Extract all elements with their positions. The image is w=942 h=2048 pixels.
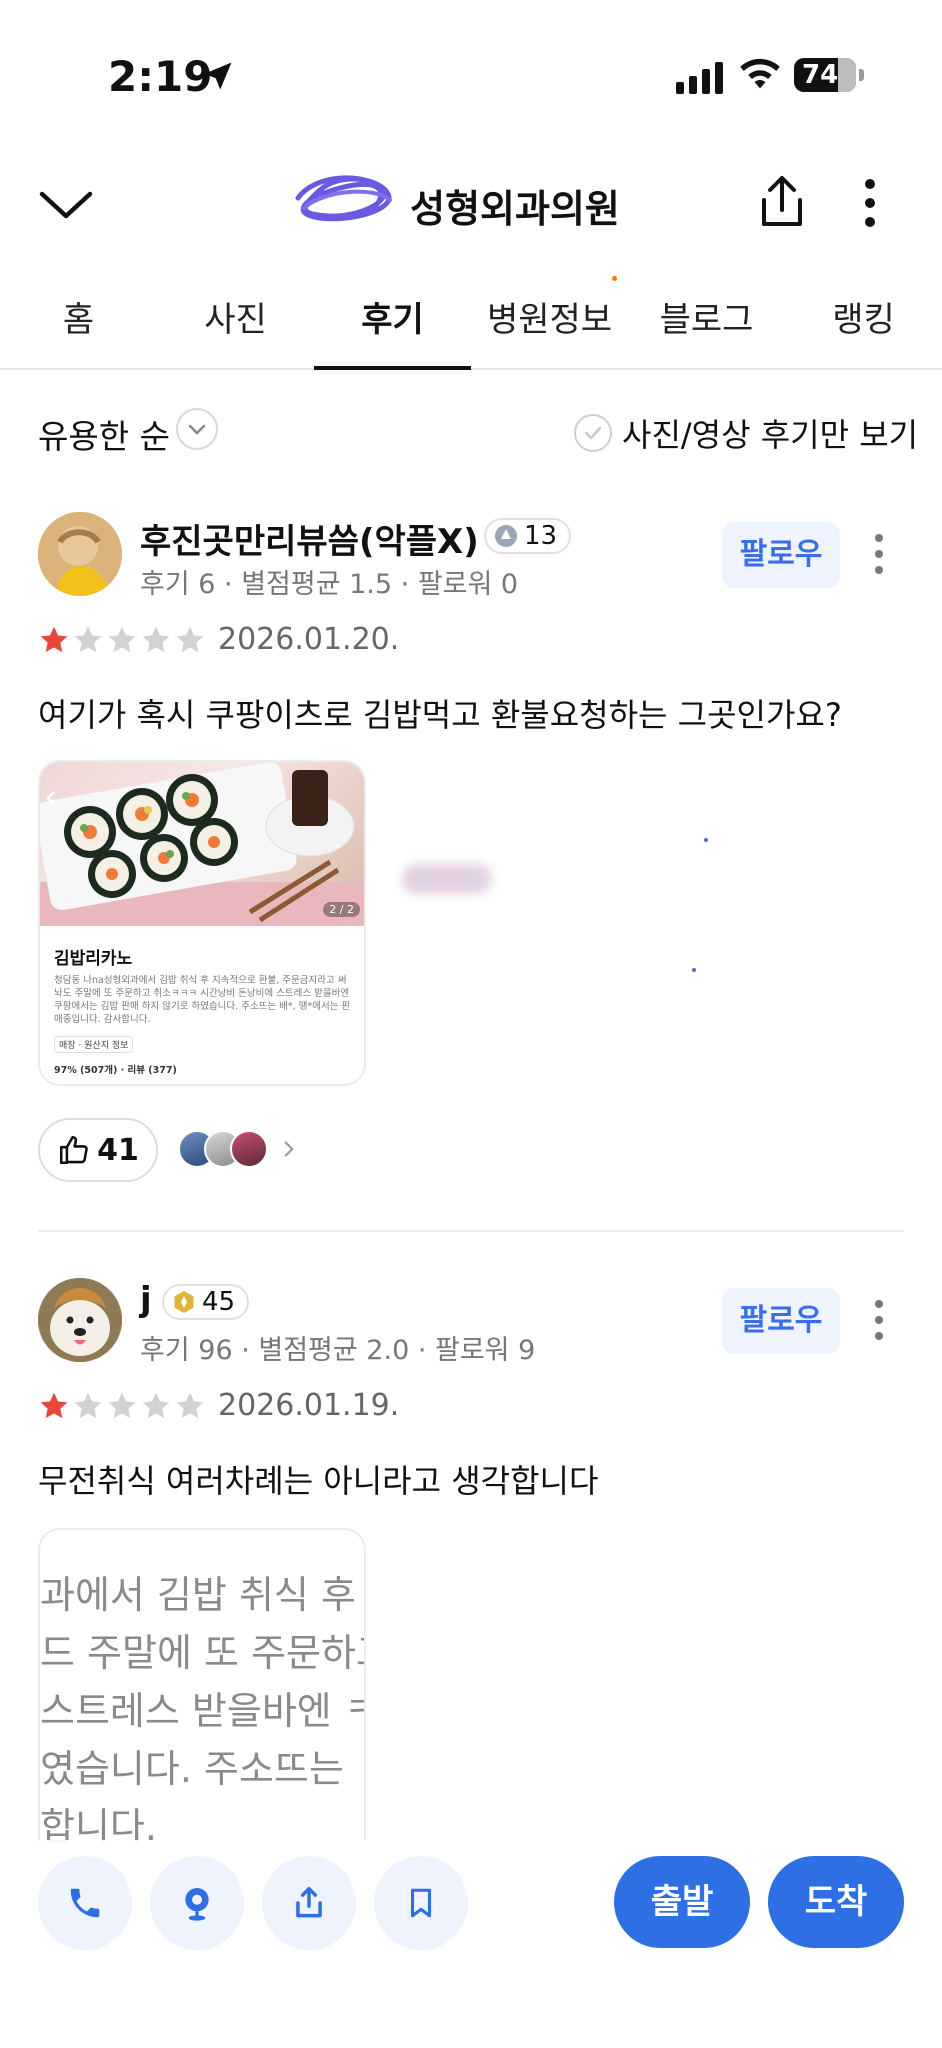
top-header: 성형외과의원 bbox=[0, 150, 942, 260]
battery-level: 74 bbox=[802, 60, 839, 90]
avatar[interactable] bbox=[38, 512, 122, 596]
star-empty-icon bbox=[108, 626, 136, 652]
photo-page-indicator: 2 / 2 bbox=[323, 902, 360, 917]
tab-blog[interactable]: 블로그 bbox=[628, 270, 785, 368]
star-filled-icon bbox=[40, 1392, 68, 1418]
liker-avatars[interactable] bbox=[178, 1130, 302, 1168]
status-time: 2:19 bbox=[108, 52, 213, 101]
photo-review-filter[interactable]: 사진/영상 후기만 보기 bbox=[574, 410, 918, 456]
location-pin-icon bbox=[185, 1888, 209, 1921]
thumbs-up-icon bbox=[60, 1135, 88, 1165]
avatar bbox=[230, 1130, 268, 1168]
star-rating: 2026.01.20. bbox=[38, 622, 399, 657]
tab-hospital-info[interactable]: 병원정보 bbox=[471, 270, 628, 368]
check-circle-icon[interactable] bbox=[574, 414, 612, 452]
card-chip: 매장 · 원산지 정보 bbox=[54, 1036, 134, 1053]
chevron-down-icon bbox=[188, 424, 206, 435]
call-button[interactable] bbox=[38, 1856, 132, 1950]
wifi-icon bbox=[740, 58, 780, 89]
like-count: 41 bbox=[97, 1132, 139, 1168]
reviewer-stats: 후기 96 · 별점평균 2.0 · 팔로워 9 bbox=[140, 1335, 536, 1366]
like-button[interactable]: 41 bbox=[38, 1118, 158, 1182]
bookmark-icon bbox=[410, 1888, 432, 1918]
location-arrow-icon bbox=[204, 62, 232, 90]
review-username[interactable]: 후진곳만리뷰씀(악플X) bbox=[140, 514, 479, 563]
more-vertical-icon[interactable] bbox=[860, 178, 880, 228]
reviewer-stats: 후기 6 · 별점평균 1.5 · 팔로워 0 bbox=[140, 569, 519, 600]
depart-button[interactable]: 출발 bbox=[614, 1856, 750, 1948]
blurred-smudge bbox=[402, 864, 492, 894]
map-location-button[interactable] bbox=[150, 1856, 244, 1950]
sort-bar: 유용한 순 사진/영상 후기만 보기 bbox=[0, 398, 942, 462]
review-date: 2026.01.20. bbox=[218, 622, 400, 657]
follow-button[interactable]: 팔로우 bbox=[722, 522, 840, 588]
level-icon bbox=[495, 525, 517, 547]
sort-dropdown-label[interactable]: 유용한 순 bbox=[38, 410, 170, 458]
card-stats: 97% (507개) · 리뷰 (377) bbox=[54, 1065, 177, 1076]
review-photo[interactable]: 과에서 김밥 취식 후 드 주말에 또 주문하고 스트레스 받을바엔 ㅋ 였습니… bbox=[38, 1528, 366, 1848]
review-photo[interactable]: 2 / 2 김밥리카노 청담동 나na성형외과에서 김밥 취식 후 지속적으로 … bbox=[38, 760, 366, 1086]
avatar[interactable] bbox=[38, 1278, 122, 1362]
review-item: j 45 후기 96 · 별점평균 2.0 · 팔로워 9 팔로우 2026.0… bbox=[0, 1276, 942, 1848]
share-icon[interactable] bbox=[754, 172, 810, 232]
level-badge: 13 bbox=[484, 518, 572, 554]
battery-icon: 74 bbox=[794, 58, 864, 92]
tab-home[interactable]: 홈 bbox=[0, 270, 157, 368]
sort-dropdown-button[interactable] bbox=[176, 408, 218, 450]
card-body: 청담동 나na성형외과에서 김밥 취식 후 지속적으로 환불, 주문금지라고 써… bbox=[54, 975, 351, 1025]
tab-reviews[interactable]: 후기 bbox=[314, 270, 471, 370]
new-indicator-dot bbox=[612, 276, 617, 281]
star-empty-icon bbox=[74, 1392, 102, 1418]
star-empty-icon bbox=[176, 1392, 204, 1418]
review-divider bbox=[38, 1230, 904, 1232]
more-vertical-icon[interactable] bbox=[872, 532, 886, 576]
level-badge: 45 bbox=[162, 1284, 250, 1320]
share-button[interactable] bbox=[262, 1856, 356, 1950]
speck bbox=[692, 968, 696, 972]
review-text: 여기가 혹시 쿠팡이츠로 김밥먹고 환불요청하는 그곳인가요? bbox=[38, 696, 842, 734]
star-rating: 2026.01.19. bbox=[38, 1388, 399, 1423]
star-filled-icon bbox=[40, 626, 68, 652]
tab-ranking[interactable]: 랭킹 bbox=[785, 270, 942, 368]
star-empty-icon bbox=[74, 626, 102, 652]
bookmark-button[interactable] bbox=[374, 1856, 468, 1950]
star-empty-icon bbox=[142, 1392, 170, 1418]
chevron-right-icon bbox=[284, 1141, 294, 1157]
level-icon bbox=[174, 1291, 194, 1313]
share-icon bbox=[296, 1887, 322, 1918]
status-bar: 2:19 74 bbox=[0, 0, 942, 150]
tab-photos[interactable]: 사진 bbox=[157, 270, 314, 368]
review-item: 후진곳만리뷰씀(악플X) 13 후기 6 · 별점평균 1.5 · 팔로워 0 … bbox=[0, 510, 942, 1230]
photo-text-zoom: 과에서 김밥 취식 후 드 주말에 또 주문하고 스트레스 받을바엔 ㅋ 였습니… bbox=[40, 1573, 366, 1848]
review-username[interactable]: j bbox=[140, 1280, 152, 1320]
speck bbox=[704, 838, 708, 842]
review-text: 무전취식 여러차례는 아니라고 생각합니다 bbox=[38, 1462, 599, 1500]
arrive-button[interactable]: 도착 bbox=[768, 1856, 904, 1948]
follow-button[interactable]: 팔로우 bbox=[722, 1288, 840, 1354]
redaction-scribble bbox=[295, 175, 392, 222]
cellular-signal-icon bbox=[676, 62, 723, 94]
star-empty-icon bbox=[142, 626, 170, 652]
bottom-action-bar: 출발 도착 bbox=[0, 1840, 942, 1970]
more-vertical-icon[interactable] bbox=[872, 1298, 886, 1342]
star-empty-icon bbox=[108, 1392, 136, 1418]
star-empty-icon bbox=[176, 626, 204, 652]
chevron-down-icon[interactable] bbox=[36, 180, 96, 230]
photo-filter-label: 사진/영상 후기만 보기 bbox=[622, 416, 919, 454]
card-title: 김밥리카노 bbox=[54, 949, 133, 969]
phone-icon bbox=[70, 1888, 100, 1918]
review-date: 2026.01.19. bbox=[218, 1388, 400, 1423]
tab-bar: 홈 사진 후기 병원정보 블로그 랭킹 bbox=[0, 270, 942, 370]
kimbap-photo: 2 / 2 bbox=[40, 762, 364, 926]
